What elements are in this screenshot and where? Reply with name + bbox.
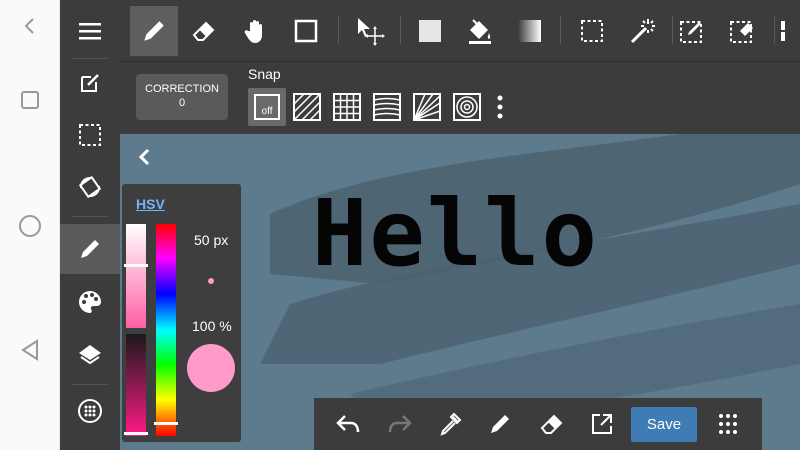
home-icon[interactable] (14, 210, 46, 242)
correction-label: CORRECTION (145, 83, 219, 95)
palette-icon[interactable] (60, 277, 120, 327)
collapse-chevron-icon[interactable] (14, 10, 46, 42)
material-icon[interactable] (60, 386, 120, 436)
pen-icon[interactable] (130, 6, 178, 56)
color-panel: HSV 50 px 100 % (122, 184, 241, 442)
layers-icon[interactable] (60, 330, 120, 380)
snap-off-button[interactable]: off (248, 88, 286, 126)
grid-menu-icon[interactable] (710, 406, 746, 442)
snap-grid-icon[interactable] (328, 88, 366, 126)
saturation-slider[interactable] (126, 224, 146, 328)
snap-concentric-icon[interactable] (448, 88, 486, 126)
toolbar-divider (560, 16, 561, 44)
bottom-action-bar: Save (314, 398, 762, 450)
more-vert-icon[interactable] (490, 88, 510, 126)
snap-radial-icon[interactable] (408, 88, 446, 126)
back-triangle-icon[interactable] (14, 334, 46, 366)
toolbar-divider (400, 16, 401, 44)
top-toolbar (120, 0, 800, 62)
eraser-icon[interactable] (180, 6, 228, 56)
app-root: CORRECTION 0 Snap off Hello HSV 50 px 10… (0, 0, 800, 450)
brush-icon[interactable] (60, 224, 120, 274)
save-button[interactable]: Save (631, 407, 697, 442)
fill-rect-icon[interactable] (406, 6, 454, 56)
hue-handle[interactable] (154, 422, 178, 425)
brush-size-preview (208, 278, 214, 284)
saturation-handle[interactable] (124, 264, 148, 267)
undo-icon[interactable] (330, 406, 366, 442)
snap-off-icon: off (254, 94, 280, 120)
left-toolbar (60, 0, 120, 450)
value-slider[interactable] (126, 334, 146, 436)
brush-size-label[interactable]: 50 px (194, 232, 228, 248)
magic-wand-icon[interactable] (618, 6, 666, 56)
eyedropper-icon[interactable] (432, 406, 468, 442)
toolbar-divider (72, 216, 108, 217)
menu-icon[interactable] (60, 6, 120, 56)
square-icon[interactable] (282, 6, 330, 56)
hue-slider[interactable] (156, 224, 176, 436)
select-rect-icon[interactable] (568, 6, 616, 56)
overflow-icon[interactable] (766, 6, 800, 56)
snap-parallel-icon[interactable] (288, 88, 326, 126)
toolbar-divider (72, 384, 108, 385)
snap-label: Snap (248, 66, 281, 82)
edit-icon[interactable] (60, 58, 120, 108)
gradient-icon[interactable] (506, 6, 554, 56)
correction-value: 0 (178, 97, 186, 109)
back-chevron-icon[interactable] (134, 146, 156, 173)
rotate-icon[interactable] (60, 162, 120, 212)
pencil-icon[interactable] (482, 406, 518, 442)
move-icon[interactable] (346, 6, 394, 56)
sub-toolbar: CORRECTION 0 Snap off (120, 62, 800, 134)
hand-icon[interactable] (232, 6, 280, 56)
recents-icon[interactable] (14, 84, 46, 116)
current-color-swatch[interactable] (187, 344, 235, 392)
select-eraser-icon[interactable] (718, 6, 766, 56)
selection-icon[interactable] (60, 110, 120, 160)
eraser-icon[interactable] (534, 406, 570, 442)
system-nav-bar (0, 0, 60, 450)
redo-icon[interactable] (382, 406, 418, 442)
bucket-icon[interactable] (456, 6, 504, 56)
open-external-icon[interactable] (584, 406, 620, 442)
canvas-text: Hello (312, 180, 599, 287)
opacity-label[interactable]: 100 % (192, 318, 232, 334)
toolbar-divider (338, 16, 339, 44)
snap-curve-icon[interactable] (368, 88, 406, 126)
correction-button[interactable]: CORRECTION 0 (136, 74, 228, 120)
select-pen-icon[interactable] (668, 6, 716, 56)
value-handle[interactable] (124, 432, 148, 435)
color-mode-link[interactable]: HSV (136, 196, 165, 212)
